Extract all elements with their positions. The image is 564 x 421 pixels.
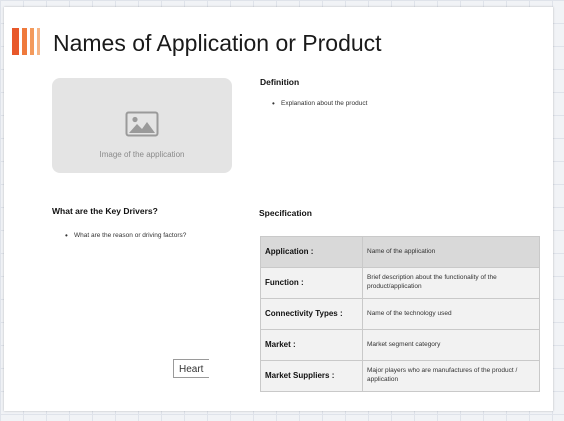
table-row[interactable]: Function : Brief description about the f… <box>260 267 540 299</box>
specification-table[interactable]: Application : Name of the application Fu… <box>260 236 540 392</box>
spec-label: Function : <box>260 267 363 299</box>
table-row[interactable]: Application : Name of the application <box>260 236 540 268</box>
spec-label: Connectivity Types : <box>260 298 363 330</box>
spec-value: Major players who are manufactures of th… <box>362 360 540 392</box>
table-row[interactable]: Connectivity Types : Name of the technol… <box>260 298 540 330</box>
spec-value: Name of the technology used <box>362 298 540 330</box>
table-row[interactable]: Market : Market segment category <box>260 329 540 361</box>
title-accent-bar <box>12 28 19 55</box>
spec-label: Market : <box>260 329 363 361</box>
heart-text-box[interactable]: Heart <box>173 359 209 378</box>
specification-heading[interactable]: Specification <box>259 208 312 218</box>
spec-value: Market segment category <box>362 329 540 361</box>
image-placeholder[interactable]: Image of the application <box>52 78 232 173</box>
title-accent-bar <box>22 28 27 55</box>
definition-heading[interactable]: Definition <box>260 77 299 87</box>
title-accent-bar <box>37 28 40 55</box>
image-placeholder-caption: Image of the application <box>99 150 185 159</box>
image-icon <box>125 111 159 137</box>
spec-value: Brief description about the functionalit… <box>362 267 540 299</box>
slide-canvas[interactable]: Names of Application or Product Image of… <box>4 7 553 411</box>
key-drivers-bullet[interactable]: What are the reason or driving factors? <box>65 231 186 240</box>
definition-bullet[interactable]: Explanation about the product <box>272 99 367 108</box>
slide-title[interactable]: Names of Application or Product <box>53 30 382 57</box>
spec-label: Application : <box>260 236 363 268</box>
title-accent-bar <box>30 28 34 55</box>
spec-label: Market Suppliers : <box>260 360 363 392</box>
table-row[interactable]: Market Suppliers : Major players who are… <box>260 360 540 392</box>
spec-value: Name of the application <box>362 236 540 268</box>
key-drivers-heading[interactable]: What are the Key Drivers? <box>52 206 158 216</box>
